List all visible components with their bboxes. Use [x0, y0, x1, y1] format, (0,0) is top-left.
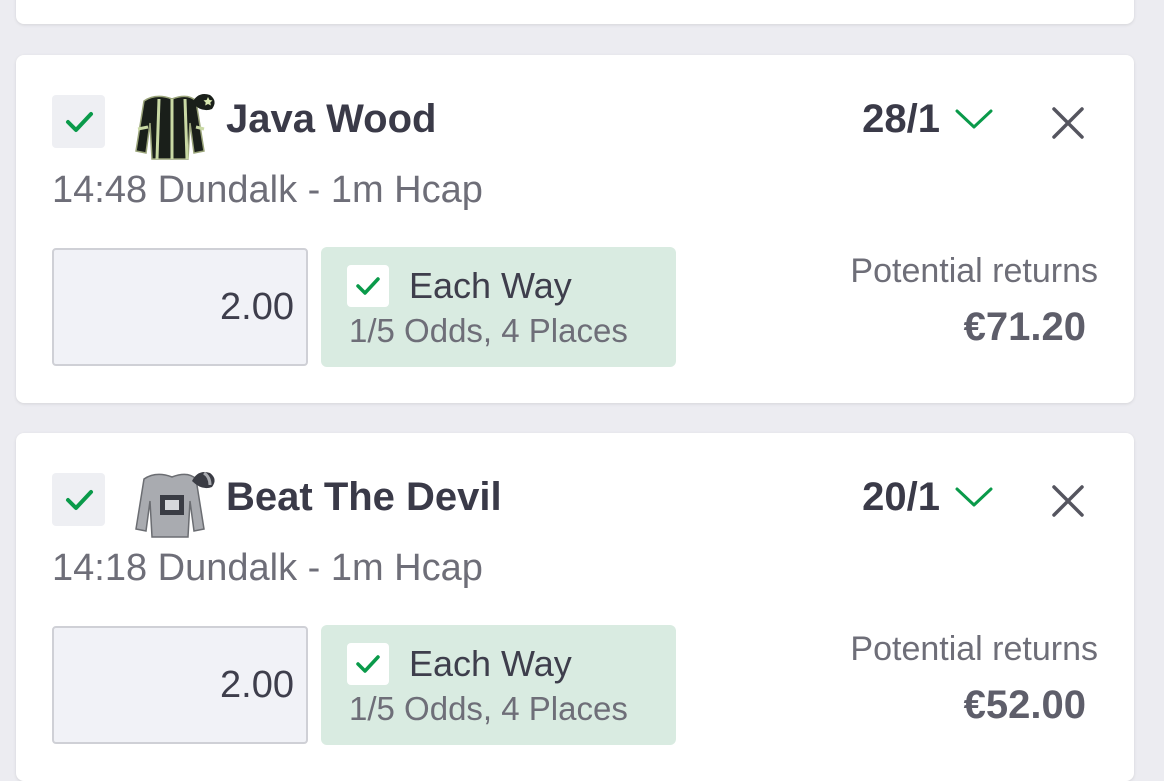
race-info: 14:48 Dundalk - 1m Hcap — [52, 169, 483, 211]
grey-square-silk-icon — [135, 471, 215, 538]
each-way-label: Each Way — [409, 643, 572, 684]
each-way-toggle[interactable]: Each Way 1/5 Odds, 4 Places — [321, 247, 676, 367]
each-way-checkbox[interactable] — [347, 643, 389, 685]
horse-name: Java Wood — [226, 97, 437, 141]
each-way-terms: 1/5 Odds, 4 Places — [349, 690, 628, 727]
each-way-checkbox[interactable] — [347, 265, 389, 307]
chevron-down-icon — [955, 109, 993, 129]
each-way-toggle[interactable]: Each Way 1/5 Odds, 4 Places — [321, 625, 676, 745]
stake-input[interactable] — [52, 626, 308, 744]
bet-select-checkbox[interactable] — [52, 95, 105, 148]
check-icon — [356, 277, 380, 295]
check-icon — [65, 111, 93, 132]
previous-bet-card — [16, 0, 1134, 24]
stake-input[interactable] — [52, 248, 308, 366]
close-icon[interactable] — [1050, 105, 1086, 141]
potential-returns-value: €71.20 — [963, 305, 1086, 349]
potential-returns-label: Potential returns — [850, 252, 1098, 290]
bet-card: Beat The Devil 20/1 14:18 Dundalk - 1m H… — [16, 433, 1134, 781]
horse-name: Beat The Devil — [226, 475, 502, 519]
black-green-stripes-silk-icon — [135, 94, 215, 160]
check-icon — [65, 489, 93, 510]
odds-value: 20/1 — [862, 474, 940, 519]
race-info: 14:18 Dundalk - 1m Hcap — [52, 547, 483, 589]
close-icon[interactable] — [1050, 483, 1086, 519]
bet-select-checkbox[interactable] — [52, 473, 105, 526]
each-way-label: Each Way — [409, 265, 572, 306]
odds-value: 28/1 — [862, 96, 940, 141]
bet-card: Java Wood 28/1 14:48 Dundalk - 1m Hcap E… — [16, 55, 1134, 403]
potential-returns-value: €52.00 — [963, 683, 1086, 727]
each-way-terms: 1/5 Odds, 4 Places — [349, 312, 628, 349]
potential-returns-label: Potential returns — [850, 630, 1098, 668]
odds-selector[interactable]: 28/1 — [862, 91, 994, 147]
chevron-down-icon — [955, 487, 993, 507]
check-icon — [356, 655, 380, 673]
odds-selector[interactable]: 20/1 — [862, 469, 994, 525]
